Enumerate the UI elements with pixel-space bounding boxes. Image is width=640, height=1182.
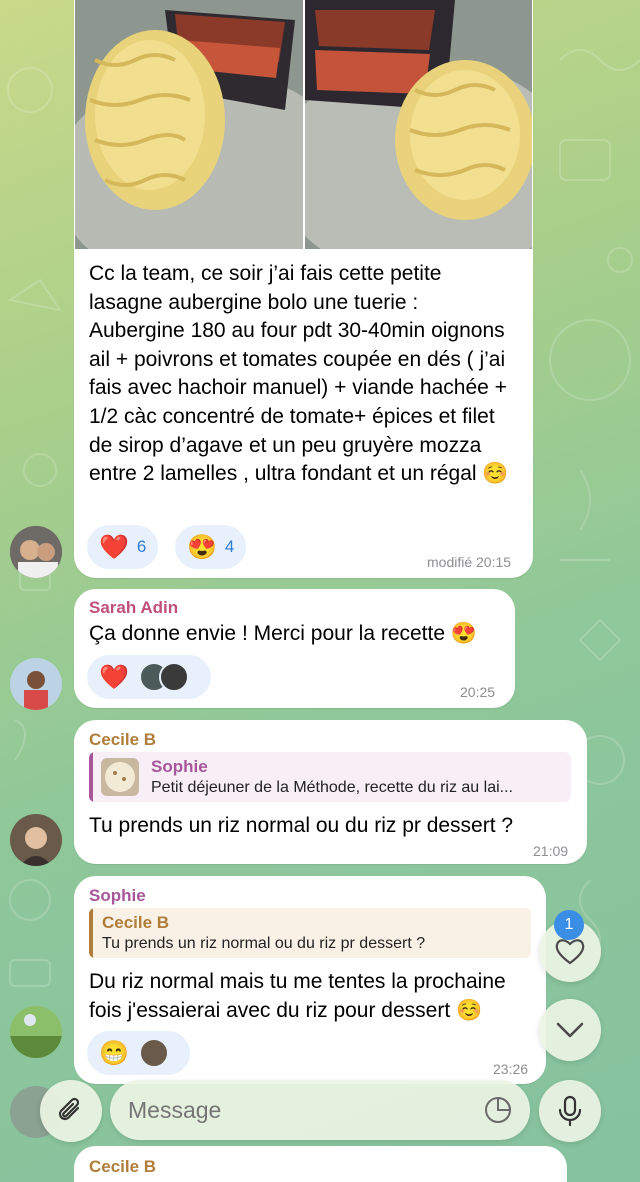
photo-right[interactable] <box>305 0 532 249</box>
user-photo-icon <box>10 658 62 710</box>
message-time: modifié 20:15 <box>427 554 512 570</box>
message-text: Ça donne envie ! Merci pour la recette 😍 <box>89 622 478 645</box>
unread-reaction-badge: 1 <box>554 910 584 940</box>
sender-name: Sophie <box>89 886 146 905</box>
reaction-heart-eyes[interactable]: 😍 4 <box>175 525 247 569</box>
message-text: Tu prends un riz normal ou du riz pr des… <box>89 814 514 837</box>
message-time: 23:26 <box>493 1061 529 1077</box>
user-photo-icon <box>10 1006 62 1058</box>
photo-left[interactable] <box>75 0 303 249</box>
message-input[interactable] <box>128 1090 468 1130</box>
badge-count: 1 <box>564 916 574 933</box>
rice-pudding-thumbnail-icon <box>105 762 135 792</box>
reaction-grin[interactable]: 😁 <box>87 1031 190 1075</box>
heart-outline-icon <box>555 939 585 965</box>
avatar[interactable] <box>10 526 62 578</box>
sticker-icon[interactable] <box>482 1094 514 1126</box>
reply-text: Petit déjeuner de la Méthode, recette du… <box>151 779 513 796</box>
sender-name: Cecile B <box>89 730 157 749</box>
chevron-down-icon <box>556 1022 584 1038</box>
food-photo-lasagna-right <box>305 0 532 249</box>
message-time: 20:25 <box>460 684 496 700</box>
message-time: 21:09 <box>533 843 569 859</box>
reply-text: Tu prends un riz normal ou du riz pr des… <box>102 935 426 952</box>
heart-emoji: ❤️ <box>99 533 129 561</box>
voice-message-button[interactable] <box>539 1080 601 1142</box>
reactor-avatar <box>158 662 189 692</box>
heart-emoji: ❤️ <box>99 663 129 691</box>
message-input-container[interactable] <box>110 1080 530 1140</box>
reactor-avatar <box>138 1038 169 1068</box>
reply-quote[interactable]: Sophie Petit déjeuner de la Méthode, rec… <box>89 752 571 802</box>
microphone-icon <box>558 1095 582 1127</box>
reply-quote[interactable]: Cecile B Tu prends un riz normal ou du r… <box>89 908 531 958</box>
avatar[interactable] <box>10 1006 62 1058</box>
scroll-down-button[interactable] <box>539 999 601 1061</box>
reply-author: Cecile B <box>102 913 170 932</box>
reply-bar <box>89 752 93 802</box>
user-photo-icon <box>10 526 62 578</box>
reply-author: Sophie <box>151 757 208 776</box>
reaction-heart[interactable]: ❤️ <box>87 655 211 699</box>
message-text: Du riz normal mais tu me tentes la proch… <box>89 970 506 1022</box>
avatar[interactable] <box>10 814 62 866</box>
attach-button[interactable] <box>40 1080 102 1142</box>
reply-bar <box>89 908 93 958</box>
sender-name: Sarah Adin <box>89 598 179 617</box>
user-photo-icon <box>10 814 62 866</box>
grin-emoji: 😁 <box>99 1039 129 1067</box>
reaction-count: 6 <box>136 537 147 556</box>
sender-name: Cecile B <box>89 1157 157 1176</box>
reply-thumbnail <box>101 758 139 796</box>
message-text: Cc la team, ce soir j’ai fais cette peti… <box>89 262 509 486</box>
reaction-heart[interactable]: ❤️ 6 <box>87 525 159 569</box>
paperclip-icon <box>58 1097 80 1121</box>
reaction-count: 4 <box>224 537 235 556</box>
food-photo-lasagna-left <box>75 0 303 249</box>
avatar[interactable] <box>10 658 62 710</box>
heart-eyes-emoji: 😍 <box>187 533 217 561</box>
